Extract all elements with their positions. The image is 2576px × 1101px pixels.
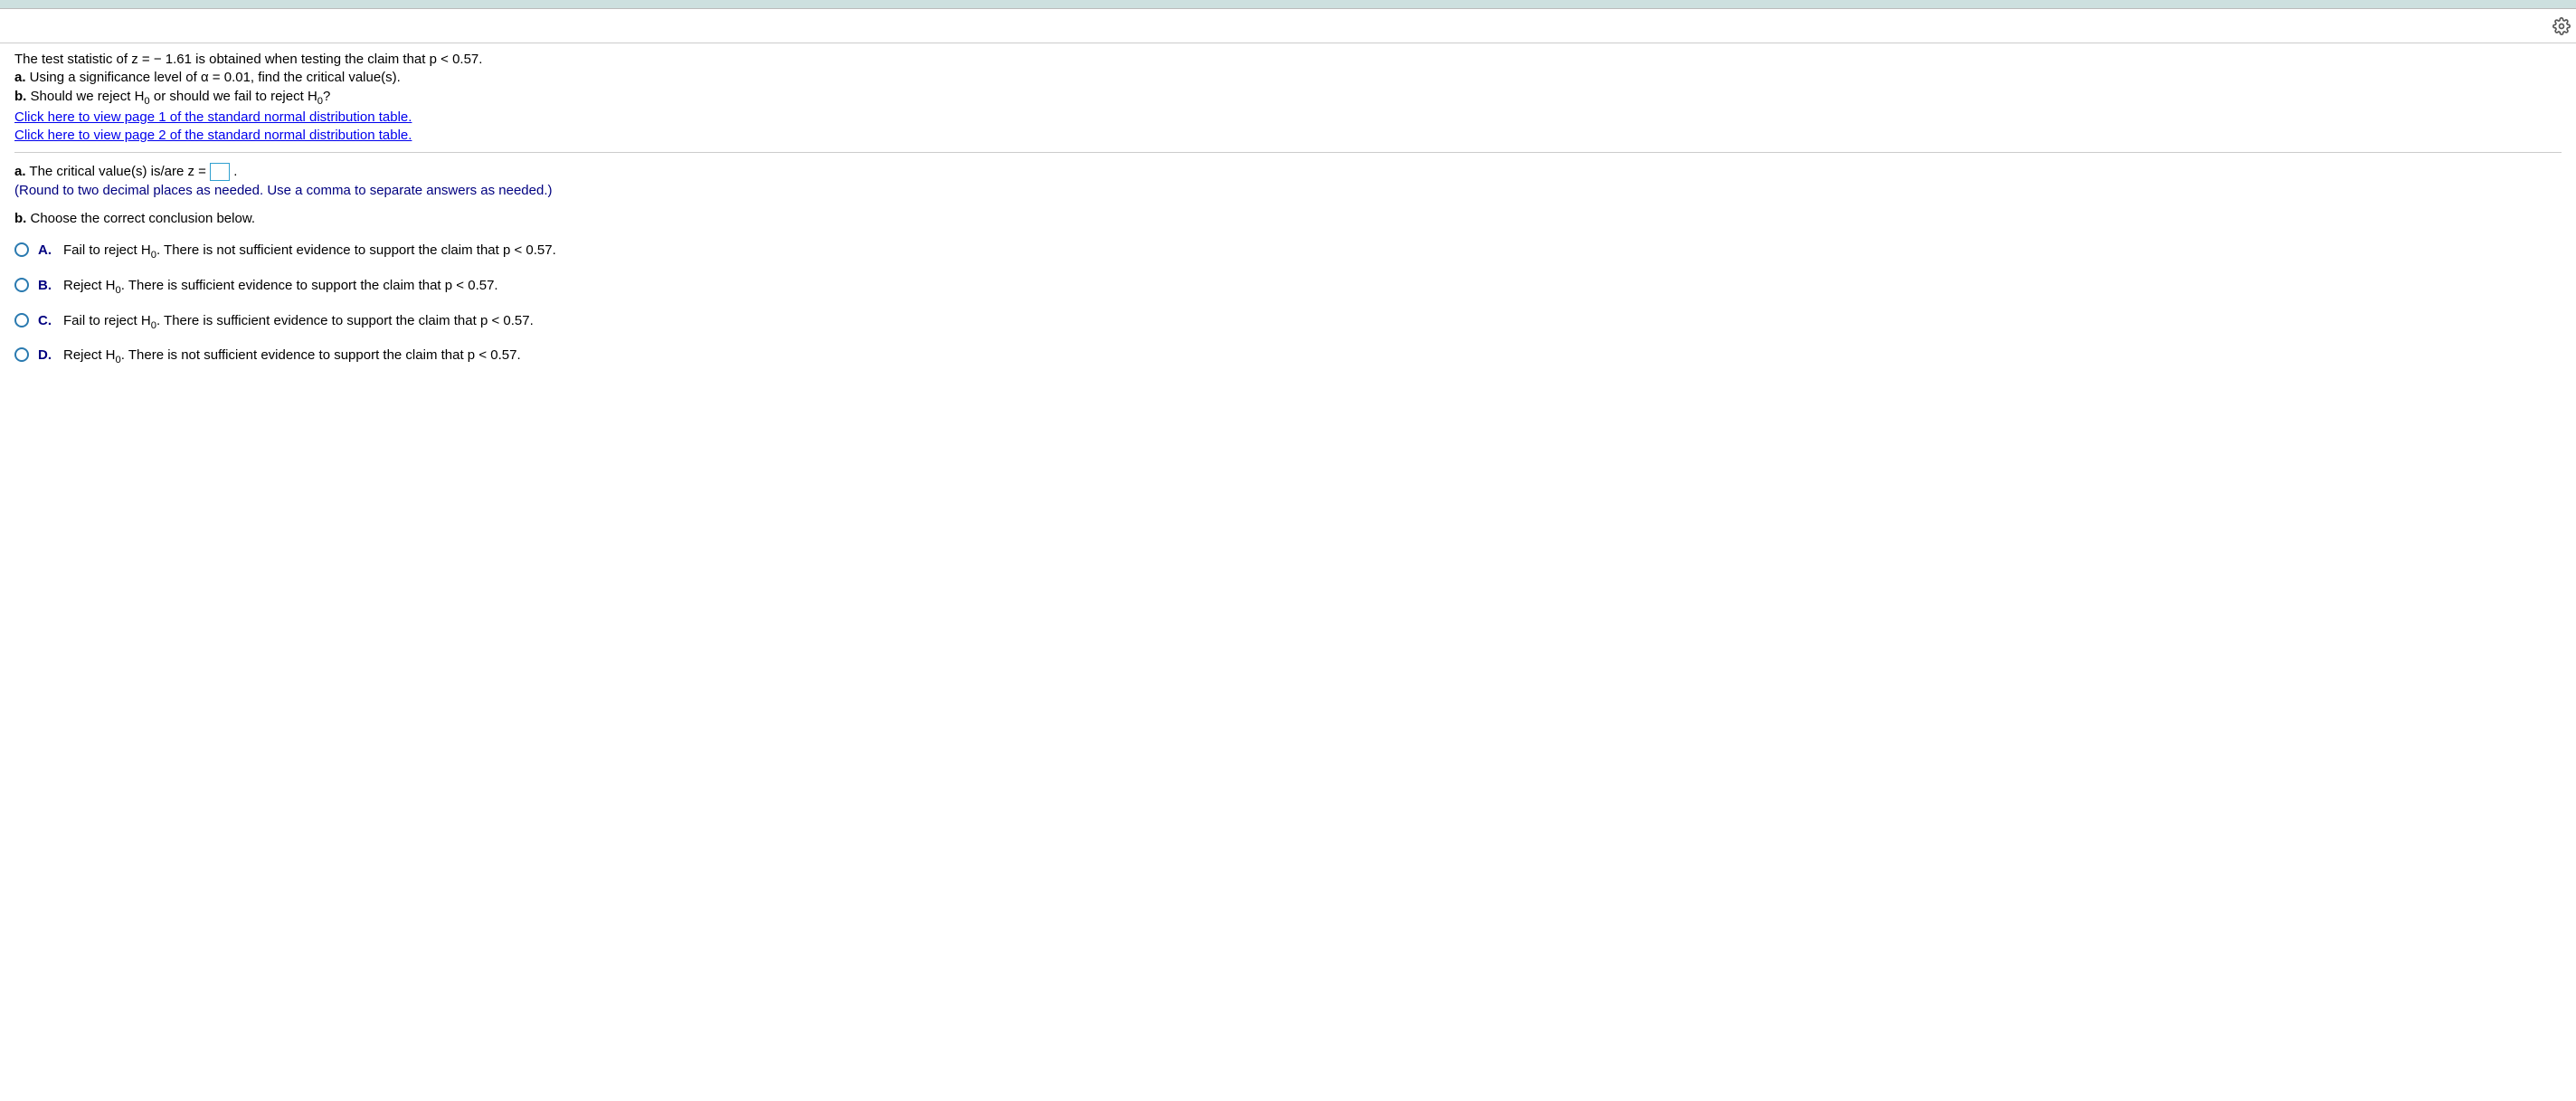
link-row-1: Click here to view page 1 of the standar…: [14, 109, 2562, 127]
text: find the critical value(s).: [254, 70, 401, 85]
option-letter: A.: [38, 241, 54, 260]
answer-a-line: a. The critical value(s) is/are z = .: [14, 162, 2562, 181]
text: The test statistic of z: [14, 52, 138, 67]
part-label: a.: [14, 70, 26, 85]
option-c-radio[interactable]: [14, 313, 29, 327]
problem-line-1: The test statistic of z = − 1.61 is obta…: [14, 51, 2562, 69]
part-label: b.: [14, 211, 26, 226]
text: . There is not sufficient evidence to su…: [121, 347, 475, 363]
text: − 1.61: [154, 52, 192, 67]
text: Choose the correct conclusion below.: [26, 211, 255, 226]
text: Fail to reject H: [63, 242, 151, 258]
text: <: [456, 278, 464, 293]
text: Reject H: [63, 278, 116, 293]
text: =: [142, 52, 150, 67]
answer-a-hint: (Round to two decimal places as needed. …: [14, 181, 2562, 200]
content-area: The test statistic of z = − 1.61 is obta…: [0, 43, 2576, 388]
text: <: [478, 347, 487, 363]
option-a-radio[interactable]: [14, 242, 29, 257]
text: <: [491, 313, 499, 328]
option-text: Reject H0. There is not sufficient evide…: [63, 346, 521, 368]
text: =: [198, 164, 206, 179]
text: or should we fail to reject H: [150, 89, 317, 104]
option-d-radio[interactable]: [14, 347, 29, 362]
option-b: B. Reject H0. There is sufficient eviden…: [14, 276, 2562, 299]
answer-area: a. The critical value(s) is/are z = . (R…: [14, 153, 2562, 368]
option-c: C. Fail to reject H0. There is sufficien…: [14, 311, 2562, 334]
answer-b-prompt: b. Choose the correct conclusion below.: [14, 209, 2562, 228]
option-letter: C.: [38, 311, 54, 330]
text: 0.57.: [490, 347, 520, 363]
text: 0.57.: [468, 278, 497, 293]
text: is obtained when testing the claim that …: [195, 52, 437, 67]
option-b-radio[interactable]: [14, 278, 29, 292]
top-accent-bar: [0, 0, 2576, 9]
text: =: [213, 70, 221, 85]
part-label: a.: [14, 164, 26, 179]
text: 0.57.: [452, 52, 482, 67]
option-text: Fail to reject H0. There is sufficient e…: [63, 311, 534, 334]
text: 0.01,: [224, 70, 254, 85]
link-row-2: Click here to view page 2 of the standar…: [14, 127, 2562, 145]
text: 0.57.: [503, 313, 533, 328]
option-a: A. Fail to reject H0. There is not suffi…: [14, 241, 2562, 263]
text: . There is not sufficient evidence to su…: [156, 242, 510, 258]
text: Fail to reject H: [63, 313, 151, 328]
option-text: Fail to reject H0. There is not sufficie…: [63, 241, 556, 263]
text: Using a significance level of α: [26, 70, 209, 85]
options-group: A. Fail to reject H0. There is not suffi…: [14, 241, 2562, 368]
problem-part-b: b. Should we reject H0 or should we fail…: [14, 88, 2562, 109]
text: <: [440, 52, 449, 67]
critical-value-input[interactable]: [210, 163, 230, 181]
text: . There is sufficient evidence to suppor…: [121, 278, 452, 293]
part-label: b.: [14, 89, 26, 104]
option-d: D. Reject H0. There is not sufficient ev…: [14, 346, 2562, 368]
text: . There is sufficient evidence to suppor…: [156, 313, 488, 328]
problem-statement: The test statistic of z = − 1.61 is obta…: [14, 51, 2562, 153]
text: Reject H: [63, 347, 116, 363]
option-text: Reject H0. There is sufficient evidence …: [63, 276, 498, 299]
table-link-page1[interactable]: Click here to view page 1 of the standar…: [14, 109, 412, 125]
option-letter: B.: [38, 276, 54, 295]
text: The critical value(s) is/are z: [26, 164, 194, 179]
text: <: [514, 242, 522, 258]
text: .: [233, 164, 237, 179]
option-letter: D.: [38, 346, 54, 365]
table-link-page2[interactable]: Click here to view page 2 of the standar…: [14, 128, 412, 143]
text: ?: [323, 89, 330, 104]
text: 0.57.: [526, 242, 555, 258]
gear-icon[interactable]: [2552, 17, 2571, 35]
header-bar: [0, 9, 2576, 43]
text: Should we reject H: [26, 89, 144, 104]
problem-part-a: a. Using a significance level of α = 0.0…: [14, 69, 2562, 87]
